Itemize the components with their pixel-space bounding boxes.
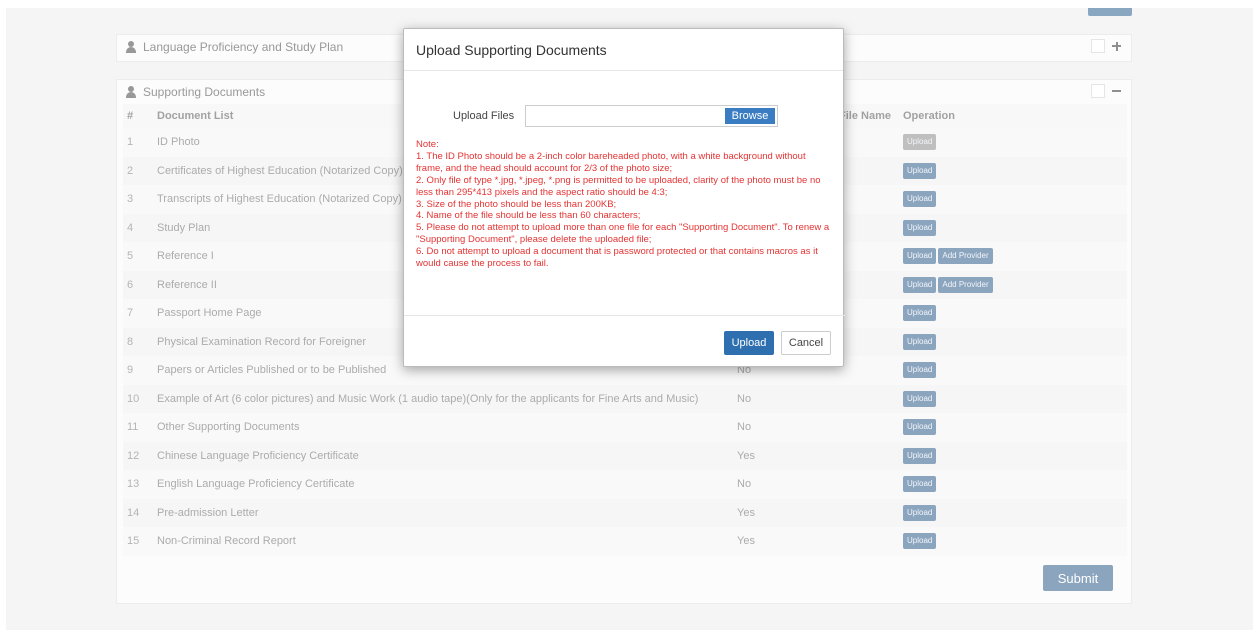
upload-note: Note: 1. The ID Photo should be a 2-inch… <box>416 139 830 270</box>
upload-files-label: Upload Files <box>453 110 515 122</box>
dialog-cancel-button[interactable]: Cancel <box>781 331 831 355</box>
file-path-input[interactable]: Browse <box>525 105 778 127</box>
dialog-upload-button[interactable]: Upload <box>724 331 774 355</box>
dialog-footer: Upload Cancel <box>404 315 845 368</box>
browse-button[interactable]: Browse <box>725 108 775 124</box>
upload-dialog: Upload Supporting Documents Upload Files… <box>403 28 845 368</box>
dialog-title: Upload Supporting Documents <box>404 29 843 71</box>
dialog-body: Upload Files Browse Note: 1. The ID Phot… <box>404 71 843 315</box>
